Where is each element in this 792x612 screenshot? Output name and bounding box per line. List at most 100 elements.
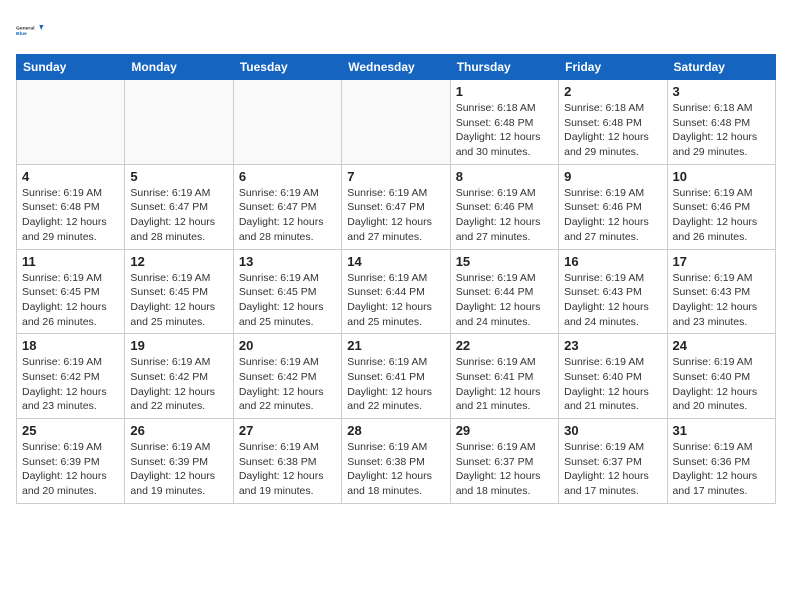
day-number: 31 <box>673 423 770 438</box>
day-number: 4 <box>22 169 119 184</box>
day-info: Sunrise: 6:19 AM Sunset: 6:41 PM Dayligh… <box>347 355 444 414</box>
calendar-cell: 20 Sunrise: 6:19 AM Sunset: 6:42 PM Dayli… <box>233 334 341 419</box>
day-number: 27 <box>239 423 336 438</box>
calendar-cell: 25 Sunrise: 6:19 AM Sunset: 6:39 PM Dayli… <box>17 419 125 504</box>
day-info: Sunrise: 6:19 AM Sunset: 6:37 PM Dayligh… <box>564 440 661 499</box>
calendar-week-row: 1 Sunrise: 6:18 AM Sunset: 6:48 PM Daylig… <box>17 80 776 165</box>
day-info: Sunrise: 6:18 AM Sunset: 6:48 PM Dayligh… <box>456 101 553 160</box>
calendar-cell: 29 Sunrise: 6:19 AM Sunset: 6:37 PM Dayli… <box>450 419 558 504</box>
calendar-cell: 10 Sunrise: 6:19 AM Sunset: 6:46 PM Dayli… <box>667 164 775 249</box>
calendar-header-tuesday: Tuesday <box>233 55 341 80</box>
day-number: 19 <box>130 338 227 353</box>
day-number: 9 <box>564 169 661 184</box>
day-info: Sunrise: 6:19 AM Sunset: 6:42 PM Dayligh… <box>239 355 336 414</box>
calendar-header-sunday: Sunday <box>17 55 125 80</box>
day-number: 24 <box>673 338 770 353</box>
day-number: 10 <box>673 169 770 184</box>
day-number: 18 <box>22 338 119 353</box>
day-number: 2 <box>564 84 661 99</box>
day-number: 21 <box>347 338 444 353</box>
calendar-cell: 8 Sunrise: 6:19 AM Sunset: 6:46 PM Daylig… <box>450 164 558 249</box>
calendar-cell: 16Sunrise: 6:19 AM Sunset: 6:43 PM Dayli… <box>559 249 667 334</box>
day-info: Sunrise: 6:19 AM Sunset: 6:42 PM Dayligh… <box>130 355 227 414</box>
day-number: 16 <box>564 254 661 269</box>
day-number: 28 <box>347 423 444 438</box>
calendar-cell: 18 Sunrise: 6:19 AM Sunset: 6:42 PM Dayli… <box>17 334 125 419</box>
calendar-cell: 9 Sunrise: 6:19 AM Sunset: 6:46 PM Daylig… <box>559 164 667 249</box>
calendar-cell: 21 Sunrise: 6:19 AM Sunset: 6:41 PM Dayli… <box>342 334 450 419</box>
day-number: 15 <box>456 254 553 269</box>
day-info: Sunrise: 6:19 AM Sunset: 6:38 PM Dayligh… <box>239 440 336 499</box>
day-info: Sunrise: 6:19 AM Sunset: 6:46 PM Dayligh… <box>456 186 553 245</box>
calendar-cell: 24 Sunrise: 6:19 AM Sunset: 6:40 PM Dayli… <box>667 334 775 419</box>
calendar-cell: 30 Sunrise: 6:19 AM Sunset: 6:37 PM Dayli… <box>559 419 667 504</box>
calendar-header-friday: Friday <box>559 55 667 80</box>
calendar-cell: 5 Sunrise: 6:19 AM Sunset: 6:47 PM Daylig… <box>125 164 233 249</box>
day-number: 5 <box>130 169 227 184</box>
calendar-cell <box>233 80 341 165</box>
page-header: GeneralBlue <box>16 16 776 44</box>
calendar-week-row: 4 Sunrise: 6:19 AM Sunset: 6:48 PM Daylig… <box>17 164 776 249</box>
calendar-cell: 22 Sunrise: 6:19 AM Sunset: 6:41 PM Dayli… <box>450 334 558 419</box>
logo-icon: GeneralBlue <box>16 16 44 44</box>
calendar-cell: 27 Sunrise: 6:19 AM Sunset: 6:38 PM Dayli… <box>233 419 341 504</box>
calendar-week-row: 11Sunrise: 6:19 AM Sunset: 6:45 PM Dayli… <box>17 249 776 334</box>
calendar-cell: 2 Sunrise: 6:18 AM Sunset: 6:48 PM Daylig… <box>559 80 667 165</box>
logo: GeneralBlue <box>16 16 44 44</box>
day-number: 8 <box>456 169 553 184</box>
day-info: Sunrise: 6:19 AM Sunset: 6:43 PM Dayligh… <box>673 271 770 330</box>
calendar-header-wednesday: Wednesday <box>342 55 450 80</box>
day-info: Sunrise: 6:19 AM Sunset: 6:38 PM Dayligh… <box>347 440 444 499</box>
calendar-header-saturday: Saturday <box>667 55 775 80</box>
day-number: 12 <box>130 254 227 269</box>
calendar-cell: 7 Sunrise: 6:19 AM Sunset: 6:47 PM Daylig… <box>342 164 450 249</box>
day-number: 25 <box>22 423 119 438</box>
calendar-header-row: SundayMondayTuesdayWednesdayThursdayFrid… <box>17 55 776 80</box>
day-number: 7 <box>347 169 444 184</box>
day-info: Sunrise: 6:19 AM Sunset: 6:44 PM Dayligh… <box>347 271 444 330</box>
day-number: 1 <box>456 84 553 99</box>
calendar-cell: 1 Sunrise: 6:18 AM Sunset: 6:48 PM Daylig… <box>450 80 558 165</box>
calendar-table: SundayMondayTuesdayWednesdayThursdayFrid… <box>16 54 776 504</box>
day-info: Sunrise: 6:19 AM Sunset: 6:37 PM Dayligh… <box>456 440 553 499</box>
day-info: Sunrise: 6:19 AM Sunset: 6:40 PM Dayligh… <box>564 355 661 414</box>
day-info: Sunrise: 6:18 AM Sunset: 6:48 PM Dayligh… <box>673 101 770 160</box>
day-info: Sunrise: 6:19 AM Sunset: 6:46 PM Dayligh… <box>673 186 770 245</box>
calendar-cell: 4 Sunrise: 6:19 AM Sunset: 6:48 PM Daylig… <box>17 164 125 249</box>
day-info: Sunrise: 6:19 AM Sunset: 6:36 PM Dayligh… <box>673 440 770 499</box>
day-number: 17 <box>673 254 770 269</box>
calendar-cell <box>17 80 125 165</box>
day-number: 20 <box>239 338 336 353</box>
day-number: 26 <box>130 423 227 438</box>
day-number: 3 <box>673 84 770 99</box>
day-info: Sunrise: 6:19 AM Sunset: 6:48 PM Dayligh… <box>22 186 119 245</box>
day-info: Sunrise: 6:19 AM Sunset: 6:45 PM Dayligh… <box>239 271 336 330</box>
calendar-cell: 31 Sunrise: 6:19 AM Sunset: 6:36 PM Dayli… <box>667 419 775 504</box>
day-info: Sunrise: 6:19 AM Sunset: 6:41 PM Dayligh… <box>456 355 553 414</box>
calendar-cell: 3 Sunrise: 6:18 AM Sunset: 6:48 PM Daylig… <box>667 80 775 165</box>
day-number: 30 <box>564 423 661 438</box>
day-info: Sunrise: 6:19 AM Sunset: 6:47 PM Dayligh… <box>130 186 227 245</box>
day-info: Sunrise: 6:19 AM Sunset: 6:46 PM Dayligh… <box>564 186 661 245</box>
day-number: 13 <box>239 254 336 269</box>
day-info: Sunrise: 6:19 AM Sunset: 6:40 PM Dayligh… <box>673 355 770 414</box>
calendar-week-row: 18 Sunrise: 6:19 AM Sunset: 6:42 PM Dayli… <box>17 334 776 419</box>
calendar-cell: 11Sunrise: 6:19 AM Sunset: 6:45 PM Dayli… <box>17 249 125 334</box>
day-info: Sunrise: 6:19 AM Sunset: 6:45 PM Dayligh… <box>22 271 119 330</box>
day-number: 22 <box>456 338 553 353</box>
day-info: Sunrise: 6:19 AM Sunset: 6:44 PM Dayligh… <box>456 271 553 330</box>
day-info: Sunrise: 6:19 AM Sunset: 6:39 PM Dayligh… <box>22 440 119 499</box>
calendar-cell: 15 Sunrise: 6:19 AM Sunset: 6:44 PM Dayli… <box>450 249 558 334</box>
calendar-cell: 13 Sunrise: 6:19 AM Sunset: 6:45 PM Dayli… <box>233 249 341 334</box>
day-number: 23 <box>564 338 661 353</box>
day-info: Sunrise: 6:19 AM Sunset: 6:42 PM Dayligh… <box>22 355 119 414</box>
day-info: Sunrise: 6:19 AM Sunset: 6:47 PM Dayligh… <box>239 186 336 245</box>
calendar-cell: 28 Sunrise: 6:19 AM Sunset: 6:38 PM Dayli… <box>342 419 450 504</box>
day-number: 29 <box>456 423 553 438</box>
calendar-header-thursday: Thursday <box>450 55 558 80</box>
day-info: Sunrise: 6:19 AM Sunset: 6:39 PM Dayligh… <box>130 440 227 499</box>
calendar-cell: 23 Sunrise: 6:19 AM Sunset: 6:40 PM Dayli… <box>559 334 667 419</box>
day-info: Sunrise: 6:19 AM Sunset: 6:47 PM Dayligh… <box>347 186 444 245</box>
day-info: Sunrise: 6:18 AM Sunset: 6:48 PM Dayligh… <box>564 101 661 160</box>
day-number: 14 <box>347 254 444 269</box>
